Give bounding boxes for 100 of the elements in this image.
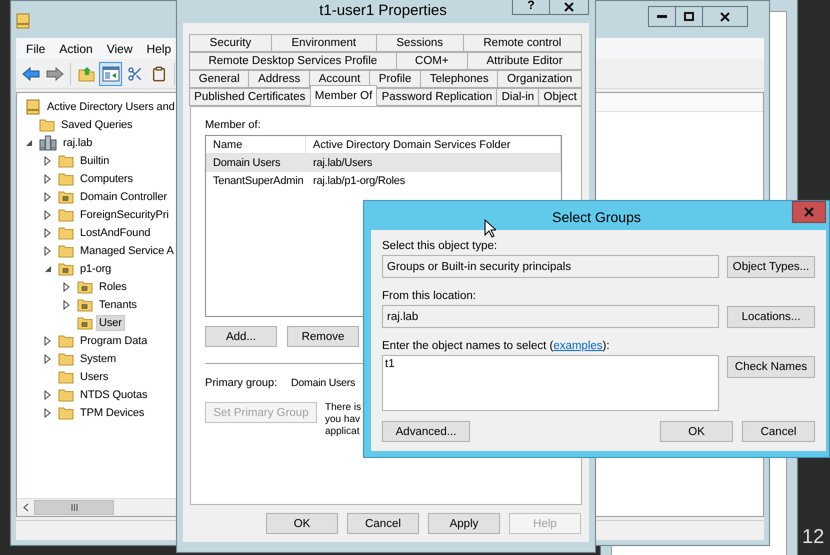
expand-arrow-icon[interactable] (44, 246, 51, 256)
tab[interactable]: Sessions (376, 34, 464, 52)
collapse-arrow-icon[interactable] (44, 265, 52, 273)
location-field[interactable]: raj.lab (382, 305, 719, 328)
dialog-button[interactable]: OK (266, 513, 338, 534)
desktop-text: 12 (802, 526, 824, 549)
check-names-button[interactable]: Check Names (727, 356, 815, 378)
close-button[interactable] (549, 0, 589, 15)
expand-arrow-icon[interactable] (44, 354, 51, 364)
menu-item[interactable]: File (20, 40, 52, 58)
expand-arrow-icon[interactable] (44, 336, 51, 346)
tree-item[interactable]: LostAndFound (77, 225, 154, 241)
tree-item[interactable]: User (96, 315, 125, 331)
expand-arrow-icon[interactable] (44, 210, 51, 220)
expand-arrow-icon[interactable] (44, 156, 51, 166)
expand-arrow-icon[interactable] (63, 300, 70, 310)
list-row[interactable]: TenantSuperAdmin raj.lab/p1-org/Roles (206, 172, 561, 190)
tree-item[interactable]: Program Data (77, 333, 150, 349)
dialog-button[interactable]: Remove (287, 326, 359, 347)
expand-arrow-icon[interactable] (44, 192, 51, 202)
tab[interactable]: Environment (270, 34, 377, 52)
organizational-unit-icon (77, 298, 93, 312)
dialog-button[interactable]: Apply (428, 513, 500, 534)
folder-icon (58, 406, 74, 420)
primary-group-value: Domain Users (291, 377, 356, 389)
tab[interactable]: Object (538, 88, 582, 106)
note-text: There is (325, 402, 362, 414)
dialog-button[interactable]: Cancel (347, 513, 419, 534)
tab[interactable]: Address (248, 70, 310, 88)
minimize-button[interactable] (648, 6, 676, 27)
list-row[interactable]: Domain Users raj.lab/Users (206, 154, 561, 172)
expand-arrow-icon[interactable] (44, 174, 51, 184)
expand-arrow-icon[interactable] (63, 282, 70, 292)
close-icon (720, 12, 730, 22)
dialog-button[interactable]: Add... (205, 326, 277, 347)
tab[interactable]: General (189, 70, 250, 88)
folder-icon (58, 370, 74, 384)
menu-item[interactable]: Action (53, 40, 99, 58)
tree-item[interactable]: Tenants (96, 297, 140, 313)
toolbar-button[interactable] (99, 62, 122, 86)
tree-item[interactable]: Active Directory Users and (44, 99, 178, 115)
tab[interactable]: Profile (369, 70, 422, 88)
tab[interactable]: Security (189, 34, 272, 52)
advanced-button[interactable]: Advanced... (382, 421, 470, 442)
list-cell-text: Domain Users (212, 157, 282, 169)
tab[interactable]: Password Replication (376, 88, 498, 106)
close-icon (564, 2, 574, 12)
expand-arrow-icon[interactable] (44, 228, 51, 238)
scroll-thumb[interactable] (34, 500, 114, 515)
tree-item[interactable]: Managed Service A (77, 243, 177, 259)
expand-arrow-icon[interactable] (44, 390, 51, 400)
tree-item[interactable]: Builtin (77, 153, 112, 169)
tree-item[interactable]: Computers (77, 171, 136, 187)
tab[interactable]: Published Certificates (189, 88, 311, 106)
object-type-label: Select this object type: (382, 240, 498, 252)
expand-arrow-icon[interactable] (44, 408, 51, 418)
folder-icon (58, 208, 74, 222)
locations-button[interactable]: Locations... (727, 306, 815, 328)
collapse-arrow-icon[interactable] (25, 139, 33, 147)
app-icon (16, 13, 30, 29)
tree-item[interactable]: Roles (96, 279, 130, 295)
tree-item[interactable]: System (77, 351, 120, 367)
dialog-button[interactable]: Cancel (742, 421, 815, 442)
organizational-unit-icon (58, 190, 74, 204)
folder-icon (58, 334, 74, 348)
object-type-field[interactable]: Groups or Built-in security principals (382, 255, 719, 278)
menu-item[interactable]: Help (140, 40, 178, 58)
help-button[interactable]: ? (512, 0, 550, 15)
examples-link[interactable]: examples (553, 340, 603, 352)
tree-item[interactable]: Saved Queries (58, 117, 136, 133)
tree-item[interactable]: Domain Controller (77, 189, 170, 205)
tab[interactable]: Member Of (310, 85, 378, 106)
tab[interactable]: Dial-in (496, 88, 540, 106)
folder-icon (58, 154, 74, 168)
note-text: you hav (325, 414, 362, 426)
directory-book-icon (25, 99, 41, 115)
tab[interactable]: Attribute Editor (467, 52, 582, 70)
close-icon (804, 207, 814, 217)
tab[interactable]: Organization (497, 70, 582, 88)
tree-item[interactable]: NTDS Quotas (77, 387, 150, 403)
dialog-button[interactable]: OK (660, 421, 733, 442)
tab[interactable]: COM+ (396, 52, 468, 70)
tab[interactable]: Remote Desktop Services Profile (189, 52, 397, 70)
menu-item[interactable]: View (100, 40, 138, 58)
tree-item[interactable]: raj.lab (60, 135, 96, 151)
tab[interactable]: Telephones (420, 70, 498, 88)
list-cell-text: raj.lab/Users (312, 157, 374, 169)
tree-item[interactable]: TPM Devices (77, 405, 148, 421)
scissors-icon (126, 66, 142, 82)
tab[interactable]: Remote control (462, 34, 582, 52)
object-types-button[interactable]: Object Types... (727, 256, 815, 278)
tree-item[interactable]: ForeignSecurityPri (77, 207, 172, 223)
maximize-button[interactable] (675, 6, 703, 27)
object-names-field[interactable]: t1 (382, 355, 719, 411)
close-button[interactable] (702, 6, 748, 27)
servers-icon (39, 135, 57, 151)
tree-item[interactable]: p1-org (77, 261, 114, 277)
tree-item[interactable]: Users (77, 369, 112, 385)
dialog-title: t1-user1 Properties (318, 2, 448, 19)
location-label: From this location: (382, 290, 477, 302)
